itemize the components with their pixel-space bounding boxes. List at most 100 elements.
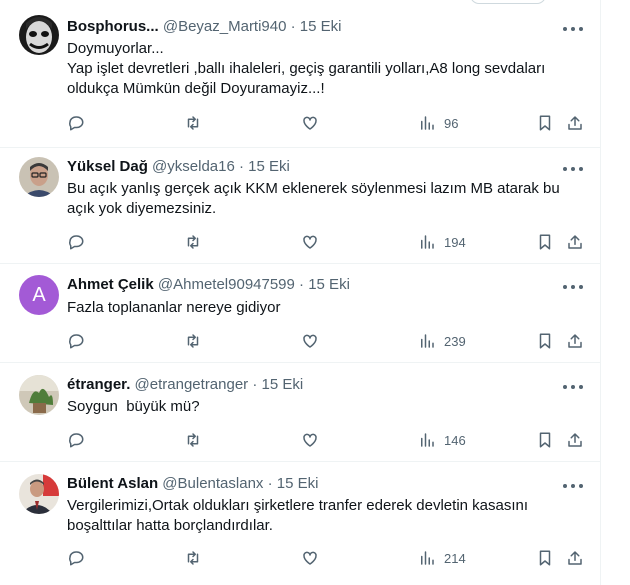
views-chart-icon xyxy=(421,334,434,348)
tweet-date[interactable]: · 15 Eki xyxy=(268,475,319,492)
avatar[interactable] xyxy=(19,375,59,415)
user-handle[interactable]: @Ahmetel90947599 xyxy=(158,276,295,293)
tweet-actions: 194 xyxy=(0,232,601,252)
user-handle[interactable]: @Bulentaslanx xyxy=(162,475,263,492)
tweet-date[interactable]: · 15 Eki xyxy=(299,276,350,293)
avatar[interactable] xyxy=(19,157,59,197)
views-button[interactable]: 214 xyxy=(418,548,466,568)
more-options-icon[interactable] xyxy=(563,166,583,172)
user-handle[interactable]: @Beyaz_Marti940 xyxy=(163,18,287,35)
like-button[interactable] xyxy=(301,232,319,252)
retweet-button[interactable] xyxy=(184,232,202,252)
bookmark-button[interactable] xyxy=(536,548,554,568)
retweet-icon xyxy=(187,334,199,348)
more-options-icon[interactable] xyxy=(563,483,583,489)
bookmark-button[interactable] xyxy=(536,232,554,252)
tweet-header: Yüksel Dağ @ykselda16 · 15 Eki xyxy=(67,157,290,177)
display-name[interactable]: Bosphorus... xyxy=(67,18,159,35)
tweet-header: Ahmet Çelik @Ahmetel90947599 · 15 Eki xyxy=(67,275,350,295)
share-icon xyxy=(568,235,582,249)
reply-button[interactable] xyxy=(67,430,85,450)
display-name[interactable]: Yüksel Dağ xyxy=(67,158,148,175)
heart-icon xyxy=(303,116,317,130)
bookmark-icon xyxy=(539,550,551,566)
like-button[interactable] xyxy=(301,430,319,450)
bookmark-button[interactable] xyxy=(536,430,554,450)
view-count: 214 xyxy=(444,550,466,566)
retweet-button[interactable] xyxy=(184,430,202,450)
like-button[interactable] xyxy=(301,548,319,568)
tweet[interactable]: Bosphorus... @Beyaz_Marti940 · 15 Eki Do… xyxy=(0,0,601,148)
tweet-date[interactable]: · 15 Eki xyxy=(252,376,303,393)
tweet-actions: 96 xyxy=(0,113,601,133)
share-button[interactable] xyxy=(566,331,584,351)
tweet-text-line: Soygun büyük mü? xyxy=(67,398,200,415)
avatar[interactable] xyxy=(19,15,59,55)
retweet-button[interactable] xyxy=(184,548,202,568)
bookmark-button[interactable] xyxy=(536,331,554,351)
more-options-icon[interactable] xyxy=(563,26,583,32)
tweet-text: Bu açık yanlış gerçek açık KKM eklenerek… xyxy=(67,179,577,219)
views-button[interactable]: 239 xyxy=(418,331,466,351)
tweet-header: Bülent Aslan @Bulentaslanx · 15 Eki xyxy=(67,474,318,494)
tweet-actions: 214 xyxy=(0,548,601,568)
tweet-text-line: açık yok diyemezsiniz. xyxy=(67,200,217,217)
tweet[interactable]: étranger. @etrangetranger · 15 Eki Soygu… xyxy=(0,363,601,462)
heart-icon xyxy=(303,334,317,348)
views-chart-icon xyxy=(421,433,434,447)
share-button[interactable] xyxy=(566,113,584,133)
tweet-actions: 146 xyxy=(0,430,601,450)
more-options-icon[interactable] xyxy=(563,284,583,290)
tweet-text-line: Fazla toplananlar nereye gidiyor xyxy=(67,299,281,316)
tweet-header: Bosphorus... @Beyaz_Marti940 · 15 Eki xyxy=(67,17,342,37)
reply-icon xyxy=(69,334,84,349)
views-chart-icon xyxy=(421,551,434,565)
avatar[interactable]: A xyxy=(19,275,59,315)
bookmark-icon xyxy=(539,234,551,250)
reply-button[interactable] xyxy=(67,232,85,252)
heart-icon xyxy=(303,433,317,447)
share-button[interactable] xyxy=(566,430,584,450)
reply-button[interactable] xyxy=(67,331,85,351)
display-name[interactable]: Ahmet Çelik xyxy=(67,276,154,293)
tweet-text-line: Doymuyorlar... xyxy=(67,40,164,57)
tweet[interactable]: A Ahmet Çelik @Ahmetel90947599 · 15 Eki … xyxy=(0,264,601,363)
tweet[interactable]: Bülent Aslan @Bulentaslanx · 15 Eki Verg… xyxy=(0,462,601,585)
tweet-text-line: Yap işlet devretleri ,ballı ihaleleri, g… xyxy=(67,60,546,77)
bookmark-icon xyxy=(539,432,551,448)
retweet-icon xyxy=(187,235,199,249)
share-icon xyxy=(568,551,582,565)
user-handle[interactable]: @ykselda16 xyxy=(152,158,235,175)
tweet[interactable]: Yüksel Dağ @ykselda16 · 15 Eki Bu açık y… xyxy=(0,148,601,264)
reply-button[interactable] xyxy=(67,113,85,133)
reply-icon xyxy=(69,551,84,566)
retweet-button[interactable] xyxy=(184,113,202,133)
tweet-feed: Bosphorus... @Beyaz_Marti940 · 15 Eki Do… xyxy=(0,0,601,585)
view-count: 146 xyxy=(444,432,466,448)
bookmark-icon xyxy=(539,333,551,349)
tweet-actions: 239 xyxy=(0,331,601,351)
like-button[interactable] xyxy=(301,113,319,133)
view-count: 194 xyxy=(444,234,466,250)
more-options-icon[interactable] xyxy=(563,384,583,390)
tweet-text-line: Bu açık yanlış gerçek açık KKM eklenerek… xyxy=(67,180,560,197)
share-button[interactable] xyxy=(566,232,584,252)
retweet-button[interactable] xyxy=(184,331,202,351)
tweet-date[interactable]: · 15 Eki xyxy=(291,18,342,35)
display-name[interactable]: Bülent Aslan xyxy=(67,475,158,492)
views-button[interactable]: 96 xyxy=(418,113,458,133)
avatar[interactable] xyxy=(19,474,59,514)
like-button[interactable] xyxy=(301,331,319,351)
reply-button[interactable] xyxy=(67,548,85,568)
display-name[interactable]: étranger. xyxy=(67,376,130,393)
tweet-date[interactable]: · 15 Eki xyxy=(239,158,290,175)
bookmark-button[interactable] xyxy=(536,113,554,133)
views-button[interactable]: 194 xyxy=(418,232,466,252)
views-button[interactable]: 146 xyxy=(418,430,466,450)
user-handle[interactable]: @etrangetranger xyxy=(135,376,249,393)
tweet-text-line: oldukça Mümkün değil Doyuramayiz...! xyxy=(67,80,325,97)
reply-icon xyxy=(69,235,84,250)
reply-icon xyxy=(69,433,84,448)
share-button[interactable] xyxy=(566,548,584,568)
tweet-text: Doymuyorlar... Yap işlet devretleri ,bal… xyxy=(67,39,577,99)
